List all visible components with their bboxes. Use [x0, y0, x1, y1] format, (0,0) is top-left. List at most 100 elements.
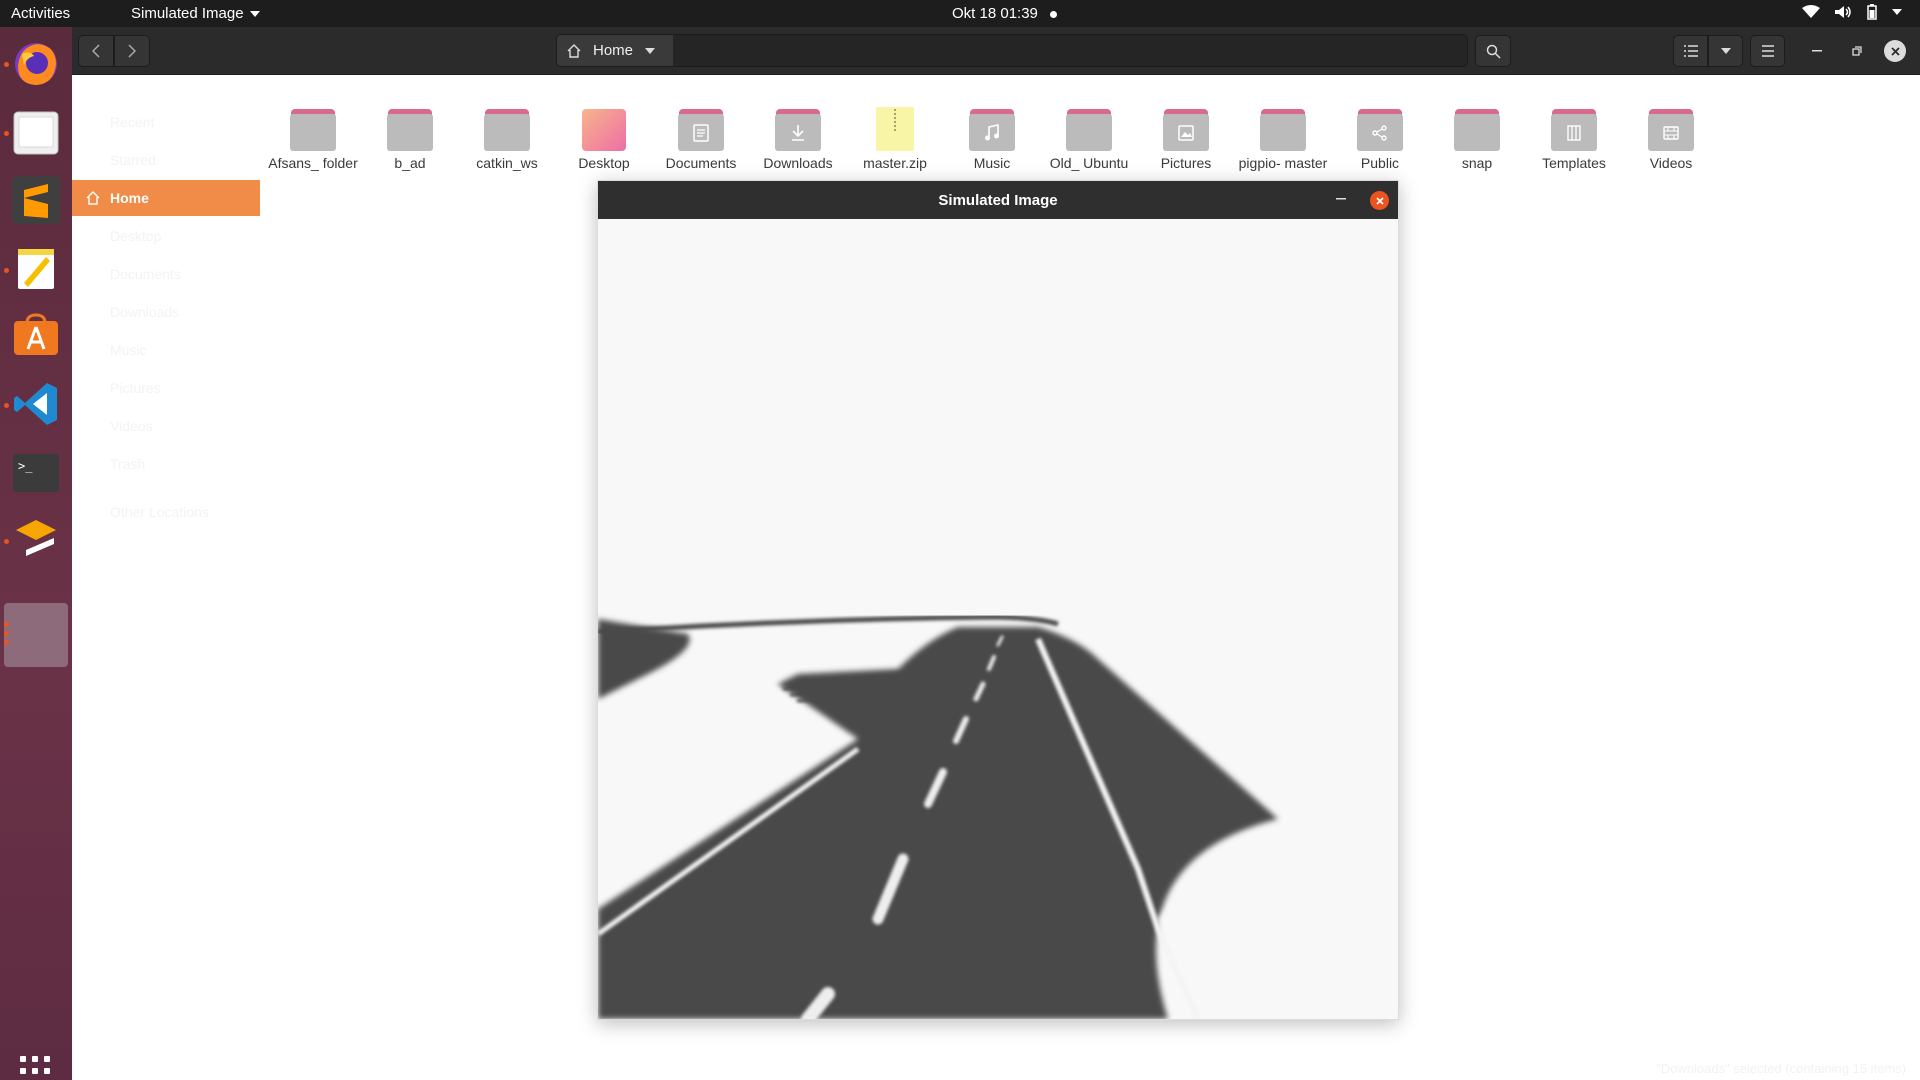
- file-label: Music: [973, 155, 1011, 171]
- minimize-button[interactable]: [1807, 41, 1827, 61]
- documents-folder-icon: [678, 114, 724, 151]
- app-menu[interactable]: Simulated Image: [131, 5, 260, 22]
- sidebar-item-label: Videos: [110, 418, 153, 434]
- forward-button[interactable]: [114, 35, 150, 67]
- system-tray[interactable]: [1802, 4, 1902, 20]
- list-view-icon: [1683, 45, 1698, 57]
- view-options-button[interactable]: [1708, 35, 1743, 67]
- file-label: Templates: [1542, 155, 1606, 171]
- sidebar-item-downloads[interactable]: Downloads: [72, 294, 260, 330]
- close-icon: [1375, 196, 1384, 205]
- file-item[interactable]: pigpio- master: [1238, 107, 1328, 172]
- home-icon: [567, 43, 581, 58]
- show-applications-icon[interactable]: [20, 1056, 50, 1080]
- file-item[interactable]: master.zip: [850, 107, 940, 172]
- file-item[interactable]: Public: [1335, 107, 1425, 172]
- chevron-right-icon: [128, 44, 136, 58]
- sidebar-item-home[interactable]: Home: [72, 180, 260, 216]
- system-menu-chevron-icon: [1892, 9, 1902, 15]
- places-sidebar: Recent Starred Home Desktop Documents Do…: [72, 75, 260, 1080]
- main-menu-button[interactable]: [1750, 35, 1785, 67]
- viewer-close-button[interactable]: [1370, 191, 1389, 210]
- sidebar-item-recent[interactable]: Recent: [72, 104, 260, 140]
- svg-text:>_: >_: [18, 459, 33, 473]
- sidebar-item-documents[interactable]: Documents: [72, 256, 260, 292]
- file-item[interactable]: Documents: [656, 107, 746, 172]
- battery-icon: [1867, 4, 1877, 20]
- sidebar-item-label: Desktop: [110, 228, 162, 244]
- sidebar-item-starred[interactable]: Starred: [72, 142, 260, 178]
- file-item[interactable]: Afsans_ folder: [268, 107, 358, 172]
- minimize-icon: [1336, 198, 1346, 200]
- zip-archive-icon: [876, 107, 914, 151]
- dock-ros-app[interactable]: [8, 511, 64, 567]
- sidebar-item-desktop[interactable]: Desktop: [72, 218, 260, 254]
- file-label: master.zip: [863, 155, 927, 171]
- top-bar: Activities Simulated Image Okt 18 01:39: [0, 0, 1920, 27]
- dock-vscode[interactable]: [8, 376, 64, 432]
- image-viewer-window[interactable]: Simulated Image: [597, 180, 1399, 1020]
- clock[interactable]: Okt 18 01:39: [952, 5, 1057, 22]
- file-item[interactable]: snap: [1432, 107, 1522, 172]
- viewer-minimize-button[interactable]: [1332, 190, 1350, 208]
- file-label: pigpio- master: [1238, 155, 1328, 171]
- hamburger-menu-icon: [1761, 45, 1774, 57]
- volume-icon: [1835, 6, 1851, 18]
- home-icon: [86, 191, 100, 205]
- dock-files[interactable]: [8, 105, 64, 161]
- videos-folder-icon: [1648, 114, 1694, 151]
- sidebar-item-label: Trash: [110, 456, 146, 472]
- header-bar: Home: [72, 27, 1920, 75]
- file-item[interactable]: b_ad: [365, 107, 455, 172]
- file-item[interactable]: Downloads: [753, 107, 843, 172]
- file-item[interactable]: Videos: [1626, 107, 1716, 172]
- dock-software-center[interactable]: [8, 307, 64, 363]
- search-button[interactable]: [1475, 35, 1511, 67]
- sidebar-item-label: Other Locations: [110, 504, 209, 520]
- folder-icon: [484, 114, 530, 151]
- folder-icon: [387, 114, 433, 151]
- viewer-titlebar[interactable]: Simulated Image: [598, 181, 1398, 219]
- file-label: Afsans_ folder: [268, 155, 358, 171]
- sublime-text-icon: [12, 176, 60, 224]
- file-label: Videos: [1649, 155, 1693, 171]
- dock-terminal[interactable]: >_: [8, 445, 64, 501]
- maximize-button[interactable]: [1847, 41, 1867, 61]
- folder-icon: [1454, 114, 1500, 151]
- sidebar-item-label: Downloads: [110, 304, 180, 320]
- file-item[interactable]: Music: [947, 107, 1037, 172]
- templates-folder-icon: [1551, 114, 1597, 151]
- file-label: Old_ Ubuntu: [1049, 155, 1129, 171]
- dock: >_: [0, 27, 72, 1080]
- dock-active-highlight: [4, 603, 68, 667]
- file-item[interactable]: catkin_ws: [462, 107, 552, 172]
- status-overlay: "Downloads" selected (containing 15 item…: [1656, 1061, 1906, 1076]
- breadcrumb-home[interactable]: Home: [557, 35, 673, 66]
- file-item[interactable]: Desktop: [559, 107, 649, 172]
- sidebar-item-pictures[interactable]: Pictures: [72, 370, 260, 406]
- dock-sublime-text[interactable]: [8, 172, 64, 228]
- activities-button[interactable]: Activities: [11, 5, 70, 22]
- vscode-icon: [14, 383, 57, 425]
- sidebar-item-music[interactable]: Music: [72, 332, 260, 368]
- sidebar-item-trash[interactable]: Trash: [72, 446, 260, 482]
- file-item[interactable]: Pictures: [1141, 107, 1231, 172]
- sidebar-item-videos[interactable]: Videos: [72, 408, 260, 444]
- sidebar-item-label: Starred: [110, 152, 156, 168]
- folder-icon: [1260, 114, 1306, 151]
- file-label: snap: [1461, 155, 1493, 171]
- file-item[interactable]: Templates: [1529, 107, 1619, 172]
- back-button[interactable]: [78, 35, 114, 67]
- sidebar-item-label: Pictures: [110, 380, 161, 396]
- path-bar[interactable]: Home: [556, 34, 1468, 67]
- dock-text-editor[interactable]: [8, 241, 64, 297]
- sidebar-item-label: Music: [110, 342, 147, 358]
- view-list-button[interactable]: [1673, 35, 1708, 67]
- close-button[interactable]: [1884, 40, 1906, 62]
- wifi-icon: [1802, 5, 1820, 18]
- chevron-down-icon: [249, 10, 260, 17]
- sidebar-item-other-locations[interactable]: Other Locations: [72, 494, 260, 530]
- dock-firefox[interactable]: [8, 36, 64, 92]
- firefox-icon: [15, 43, 57, 85]
- file-item[interactable]: Old_ Ubuntu: [1044, 107, 1134, 172]
